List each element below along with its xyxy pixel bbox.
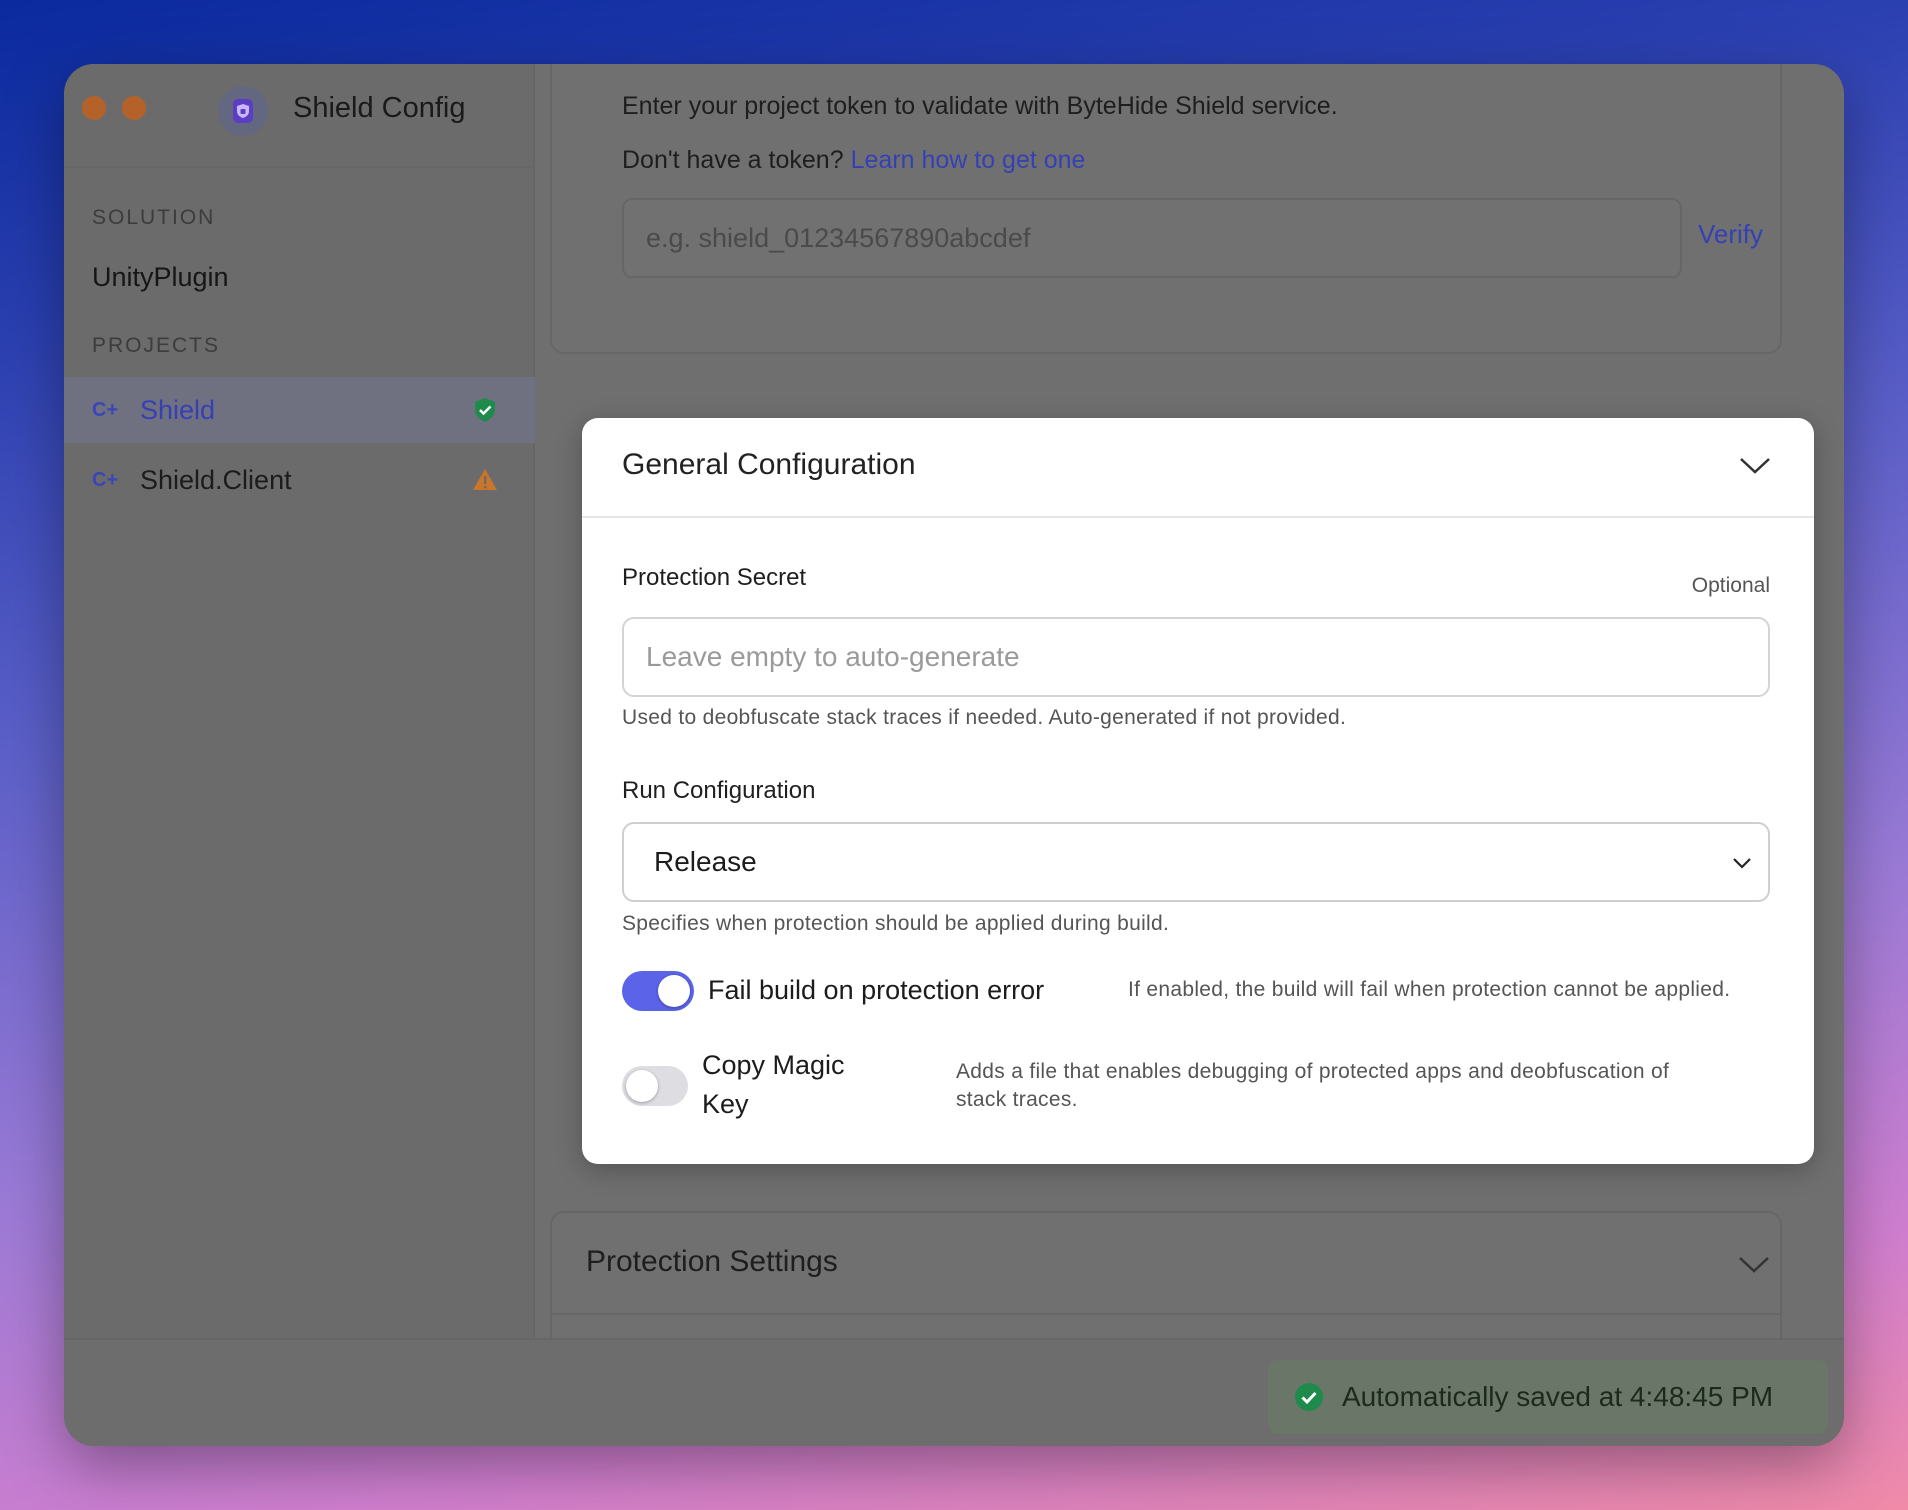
check-circle-icon: [1295, 1383, 1323, 1411]
copy-magic-key-description-line2: stack traces.: [956, 1088, 1078, 1111]
verify-button[interactable]: Verify: [1698, 219, 1763, 250]
footer-bar: Automatically saved at 4:48:45 PM: [64, 1338, 1844, 1446]
close-window-button[interactable]: [82, 96, 106, 120]
project-label: Shield.Client: [140, 464, 292, 495]
title-bar: Shield Config: [64, 64, 535, 168]
save-status-text: Automatically saved at 4:48:45 PM: [1342, 1381, 1774, 1412]
protection-secret-input[interactable]: [622, 617, 1770, 697]
general-configuration-panel: General Configuration Protection Secret …: [582, 418, 1814, 1164]
protection-settings-title: Protection Settings: [586, 1245, 838, 1278]
chevron-down-icon[interactable]: [1738, 456, 1772, 476]
run-configuration-value: Release: [654, 846, 757, 877]
projects-section-label: PROJECTS: [92, 334, 221, 357]
fail-build-description: If enabled, the build will fail when pro…: [1128, 978, 1731, 1001]
csharp-icon: C+: [92, 398, 119, 421]
copy-magic-key-toggle[interactable]: [622, 1066, 688, 1106]
run-configuration-hint: Specifies when protection should be appl…: [622, 912, 1170, 935]
chevron-down-icon[interactable]: [1737, 1255, 1771, 1275]
project-token-input[interactable]: [622, 198, 1682, 278]
run-configuration-select[interactable]: Release: [622, 822, 1770, 902]
optional-badge: Optional: [1691, 574, 1770, 597]
panel-header[interactable]: General Configuration: [582, 418, 1814, 518]
toggle-knob: [626, 1070, 658, 1102]
protection-secret-hint: Used to deobfuscate stack traces if need…: [622, 706, 1347, 729]
protection-secret-label: Protection Secret: [622, 564, 807, 591]
shield-check-icon: [475, 398, 495, 422]
token-description: Enter your project token to validate wit…: [622, 92, 1338, 120]
app-title: Shield Config: [293, 92, 466, 124]
token-help-prefix: Don't have a token?: [622, 146, 844, 174]
toggle-knob: [658, 975, 690, 1007]
run-configuration-label: Run Configuration: [622, 777, 816, 804]
solution-name: UnityPlugin: [92, 262, 229, 292]
save-status-badge: Automatically saved at 4:48:45 PM: [1268, 1360, 1828, 1434]
solution-section-label: SOLUTION: [92, 206, 216, 229]
copy-magic-key-label-line1: Copy Magic: [702, 1050, 845, 1080]
project-label: Shield: [140, 394, 216, 425]
sidebar-item-shield[interactable]: C+ Shield: [64, 377, 535, 443]
csharp-icon: C+: [92, 468, 119, 491]
sidebar: Shield Config SOLUTION UnityPlugin PROJE…: [64, 64, 535, 1338]
copy-magic-key-description-line1: Adds a file that enables debugging of pr…: [956, 1060, 1670, 1083]
learn-token-link[interactable]: Learn how to get one: [851, 146, 1086, 174]
copy-magic-key-label: Copy Magic Key: [702, 1046, 845, 1124]
warning-icon: [473, 469, 497, 490]
fail-build-label: Fail build on protection error: [708, 975, 1045, 1005]
copy-magic-key-label-line2: Key: [702, 1089, 749, 1119]
chevron-down-icon: [1733, 858, 1751, 869]
panel-title: General Configuration: [622, 448, 916, 481]
fail-build-toggle[interactable]: [622, 971, 694, 1011]
divider: [552, 1313, 1780, 1315]
token-help-text: Don't have a token? Learn how to get one: [622, 146, 1085, 175]
minimize-window-button[interactable]: [122, 96, 146, 120]
sidebar-item-shield-client[interactable]: C+ Shield.Client: [64, 447, 535, 513]
shield-lock-icon: [218, 86, 268, 136]
copy-magic-key-description: Adds a file that enables debugging of pr…: [956, 1058, 1669, 1114]
